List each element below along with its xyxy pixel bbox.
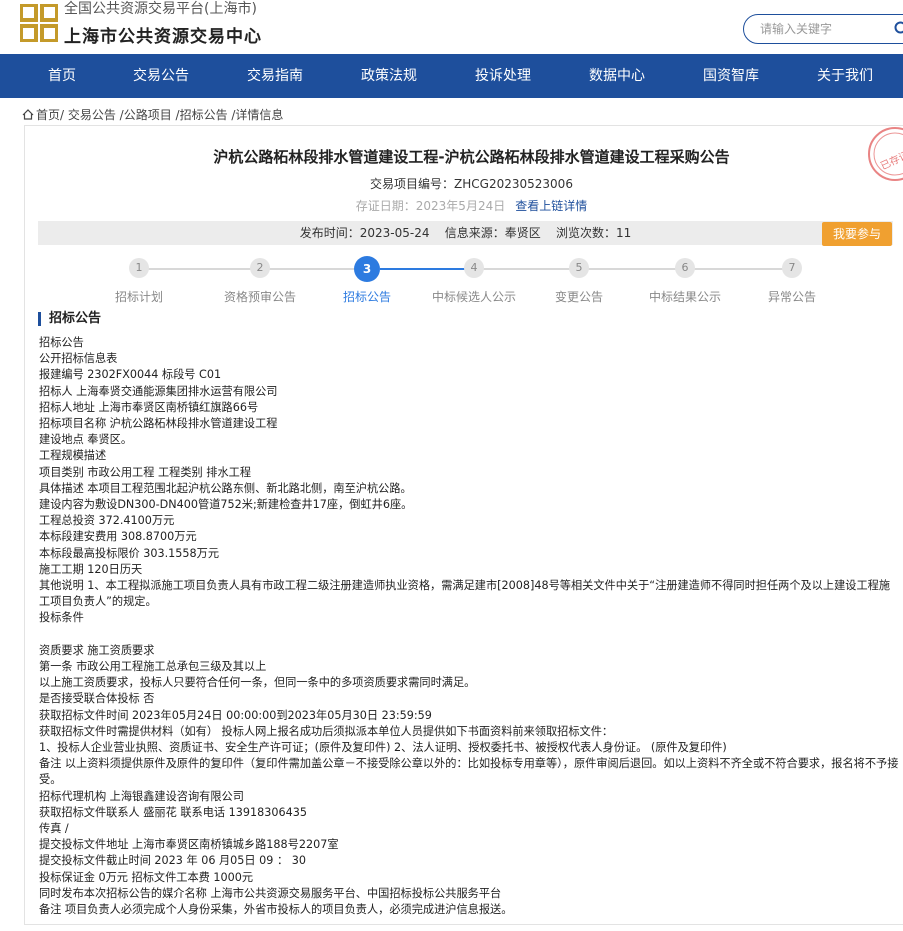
site-title[interactable]: 上海市公共资源交易中心 — [64, 22, 262, 47]
steps-connector — [474, 268, 794, 270]
body-line: 报建编号 2302FX0044 标段号 C01 — [39, 368, 222, 382]
nav-item-announcements[interactable]: 交易公告 — [111, 54, 211, 98]
step-2-circle[interactable]: 2 — [250, 258, 270, 278]
body-blank-line — [39, 627, 899, 643]
site-header: 全国公共资源交易平台(上海市) 上海市公共资源交易中心 — [0, 0, 903, 54]
nav-item-data[interactable]: 数据中心 — [567, 54, 667, 98]
body-line: 同时发布本次招标公告的媒介名称 上海市公共资源交易服务平台、中国招标投标公共服务… — [39, 886, 502, 900]
body-line: 1、投标人企业营业执照、资质证书、安全生产许可证；(原件及复印件) 2、法人证明… — [39, 741, 727, 755]
publish-info: 发布时间：2023-05-24 信息来源：奉贤区 浏览次数：11 — [299, 226, 632, 240]
step-1-circle[interactable]: 1 — [129, 258, 149, 278]
body-line: 以上施工资质要求，投标人只要符合任何一条，但同一条中的多项资质要求需同时满足。 — [39, 676, 476, 690]
body-line: 本标段建安费用 308.8700万元 — [39, 530, 197, 544]
body-line: 投标条件 — [39, 611, 84, 625]
step-4-label[interactable]: 中标候选人公示 — [419, 288, 529, 305]
body-line: 备注 以上资料须提供原件及原件的复印件（复印件需加盖公章－不接受除公章以外的：比… — [39, 757, 899, 787]
body-line: 传真 / — [39, 822, 69, 836]
body-line: 备注 项目负责人必须完成个人身份采集，外省市投标人的项目负责人，必须完成进沪信息… — [39, 903, 513, 917]
step-3-label[interactable]: 招标公告 — [312, 288, 422, 305]
body-line: 获取招标文件时需提供材料（如有） 投标人网上报名成功后须拟派本单位人员提供如下书… — [39, 724, 614, 738]
nav-item-home[interactable]: 首页 — [12, 54, 112, 98]
step-3-circle[interactable]: 3 — [354, 256, 380, 282]
section-title: 招标公告 — [38, 312, 101, 326]
body-line: 项目类别 市政公用工程 工程类别 排水工程 — [39, 465, 252, 479]
certificate-row: 存证日期：2023年5月24日 查看上链详情 — [0, 197, 903, 214]
step-6-circle[interactable]: 6 — [675, 258, 695, 278]
body-line: 获取招标文件时间 2023年05月24日 00:00:00到2023年05月30… — [39, 708, 432, 722]
body-line: 招标代理机构 上海银鑫建设咨询有限公司 — [39, 789, 244, 803]
nav-item-guide[interactable]: 交易指南 — [225, 54, 325, 98]
body-line: 施工工期 120日历天 — [39, 562, 143, 576]
nav-item-complaint[interactable]: 投诉处理 — [453, 54, 553, 98]
search-input[interactable] — [758, 21, 882, 37]
body-line: 招标人 上海奉贤交通能源集团排水运营有限公司 — [39, 384, 278, 398]
search-icon[interactable] — [894, 21, 903, 37]
body-line: 具体描述 本项目工程范围北起沪杭公路东侧、新北路北侧，南至沪杭公路。 — [39, 481, 412, 495]
body-line: 招标人地址 上海市奉贤区南桥镇红旗路66号 — [39, 400, 259, 414]
nav-item-policy[interactable]: 政策法规 — [339, 54, 439, 98]
body-line: 提交投标文件截止时间 2023 年 06 月05日 09 ： 30 — [39, 854, 306, 868]
breadcrumb: 首页/ 交易公告 /公路项目 /招标公告 /详情信息 — [22, 106, 283, 123]
step-1-label[interactable]: 招标计划 — [84, 288, 194, 305]
body-line: 招标公告 — [39, 336, 84, 349]
certificate-date: 存证日期：2023年5月24日 — [355, 199, 506, 213]
body-line: 工程规模描述 — [39, 449, 107, 463]
search-box — [743, 14, 903, 44]
body-line: 获取招标文件联系人 盛丽花 联系电话 13918306435 — [39, 805, 307, 819]
body-line: 提交投标文件地址 上海市奉贤区南桥镇城乡路188号2207室 — [39, 838, 339, 852]
body-line: 第一条 市政公用工程施工总承包三级及其以上 — [39, 660, 267, 674]
body-line: 投标保证金 0万元 招标文件工本费 1000元 — [39, 870, 254, 884]
step-4-circle[interactable]: 4 — [464, 258, 484, 278]
chain-detail-link[interactable]: 查看上链详情 — [515, 199, 587, 213]
step-7-circle[interactable]: 7 — [782, 258, 802, 278]
body-line: 招标项目名称 沪杭公路柘林段排水管道建设工程 — [39, 417, 278, 431]
body-line: 是否接受联合体投标 否 — [39, 692, 155, 706]
join-button[interactable]: 我要参与 — [822, 222, 892, 246]
main-nav: 首页 交易公告 交易指南 政策法规 投诉处理 数据中心 国资智库 关于我们 — [0, 54, 903, 98]
step-6-label[interactable]: 中标结果公示 — [630, 288, 740, 305]
body-line: 本标段最高投标限价 303.1558万元 — [39, 546, 220, 560]
body-line: 工程总投资 372.4100万元 — [39, 514, 175, 528]
steps-connector-active — [380, 268, 474, 270]
body-line: 公开招标信息表 — [39, 352, 118, 366]
announcement-body: 招标公告 公开招标信息表 报建编号 2302FX0044 标段号 C01 招标人… — [39, 335, 899, 918]
step-7-label[interactable]: 异常公告 — [737, 288, 847, 305]
body-line: 其他说明 1、本工程拟派施工项目负责人具有市政工程二级注册建造师执业资格，需满足… — [39, 579, 891, 609]
step-5-label[interactable]: 变更公告 — [524, 288, 634, 305]
breadcrumb-text[interactable]: 首页/ 交易公告 /公路项目 /招标公告 /详情信息 — [36, 108, 283, 122]
step-2-label[interactable]: 资格预审公告 — [205, 288, 315, 305]
nav-item-about[interactable]: 关于我们 — [795, 54, 895, 98]
body-line: 建设内容为敷设DN300-DN400管道752米;新建检查井17座，倒虹井6座。 — [39, 498, 413, 512]
logo-icon[interactable] — [20, 4, 58, 42]
info-bar: 发布时间：2023-05-24 信息来源：奉贤区 浏览次数：11 — [38, 221, 893, 245]
page-title: 沪杭公路柘林段排水管道建设工程-沪杭公路柘林段排水管道建设工程采购公告 — [213, 148, 730, 166]
step-5-circle[interactable]: 5 — [569, 258, 589, 278]
body-line: 建设地点 奉贤区。 — [39, 433, 133, 447]
nav-item-think-tank[interactable]: 国资智库 — [681, 54, 781, 98]
body-line: 资质要求 施工资质要求 — [39, 643, 155, 657]
site-subtitle: 全国公共资源交易平台(上海市) — [64, 1, 257, 17]
project-number: 交易项目编号：ZHCG20230523006 — [370, 177, 573, 191]
home-icon — [22, 109, 34, 120]
